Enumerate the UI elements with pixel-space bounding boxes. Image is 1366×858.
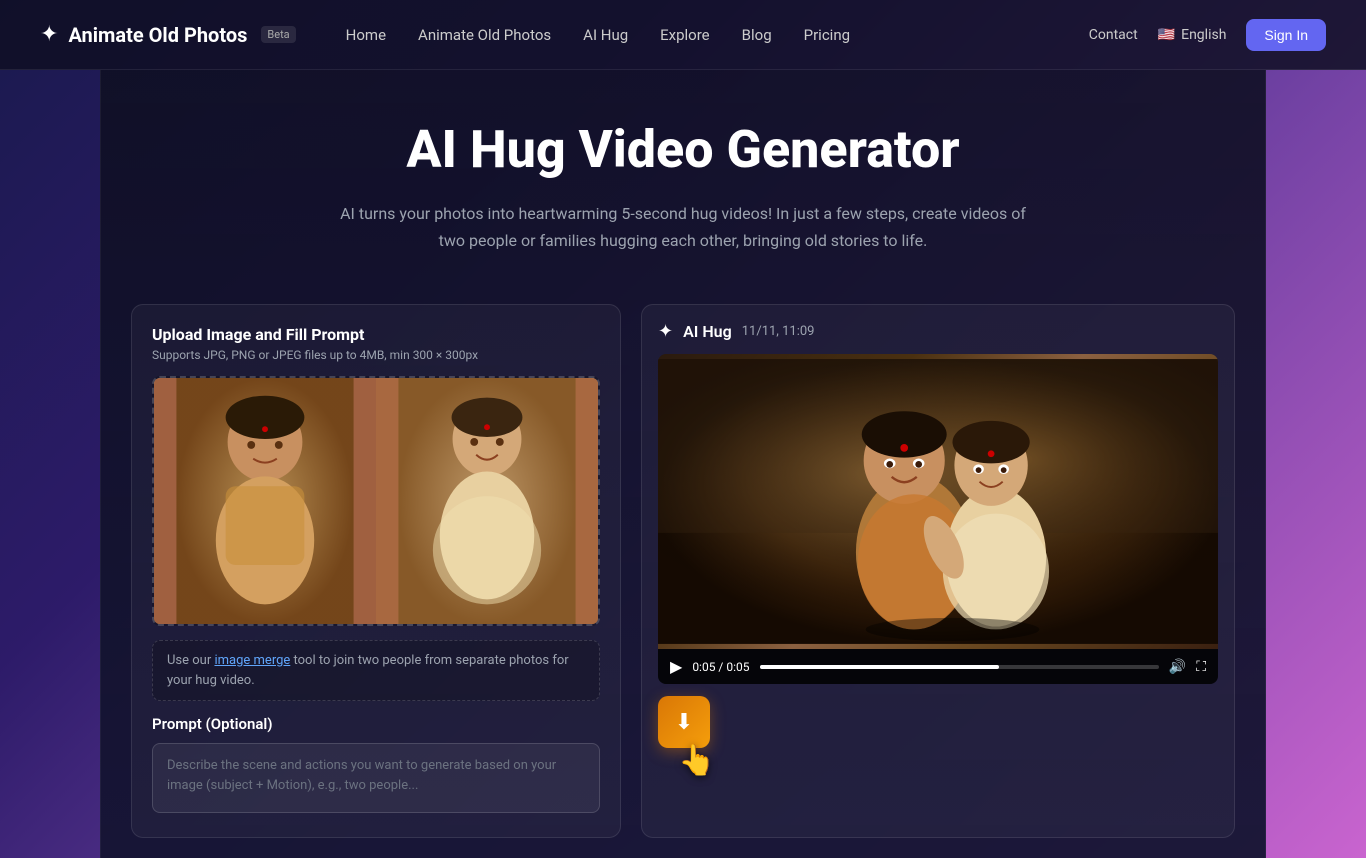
beta-badge: Beta xyxy=(261,26,295,43)
video-player[interactable]: ▶ 0:05 / 0:05 🔊 ⛶ xyxy=(658,354,1218,684)
child-svg-left xyxy=(154,378,376,624)
hero-title: AI Hug Video Generator xyxy=(141,120,1225,180)
hero-subtitle: AI turns your photos into heartwarming 5… xyxy=(333,200,1033,254)
photo-right xyxy=(376,378,598,624)
child-figure-left xyxy=(154,378,376,624)
upload-subtitle: Supports JPG, PNG or JPEG files up to 4M… xyxy=(152,348,600,362)
logo-text: Animate Old Photos xyxy=(68,23,247,47)
nav-explore[interactable]: Explore xyxy=(660,26,710,44)
nav-home[interactable]: Home xyxy=(346,26,386,44)
progress-bar[interactable] xyxy=(760,665,1159,669)
sparkle-icon: ✦ xyxy=(658,321,673,342)
video-header: ✦ AI Hug 11/11, 11:09 xyxy=(658,321,1218,342)
video-scene-svg xyxy=(658,354,1218,649)
volume-button[interactable]: 🔊 xyxy=(1169,659,1186,675)
main-content: AI Hug Video Generator AI turns your pho… xyxy=(100,70,1266,858)
download-button[interactable]: ⬇ xyxy=(658,696,710,748)
nav-blog[interactable]: Blog xyxy=(742,26,772,44)
nav-animate[interactable]: Animate Old Photos xyxy=(418,26,551,44)
sign-in-button[interactable]: Sign In xyxy=(1246,19,1326,51)
video-label: AI Hug xyxy=(683,322,732,341)
video-timestamp: 11/11, 11:09 xyxy=(742,324,815,339)
photo-left xyxy=(154,378,376,624)
fullscreen-button[interactable]: ⛶ xyxy=(1196,659,1206,675)
nav-ai-hug[interactable]: AI Hug xyxy=(583,26,628,44)
logo-area[interactable]: ✦ Animate Old Photos Beta xyxy=(40,22,296,47)
hero-section: AI Hug Video Generator AI turns your pho… xyxy=(101,70,1265,284)
nav-right: Contact 🇺🇸 English Sign In xyxy=(1089,19,1326,51)
child-figure-right xyxy=(376,378,598,624)
lang-label: English xyxy=(1181,27,1226,43)
prompt-textarea[interactable] xyxy=(152,743,600,813)
cursor-indicator: 👆 xyxy=(678,743,715,778)
flag-icon: 🇺🇸 xyxy=(1158,27,1175,43)
upload-panel: Upload Image and Fill Prompt Supports JP… xyxy=(131,304,621,838)
play-button[interactable]: ▶ xyxy=(670,657,682,676)
merge-text-before: Use our xyxy=(167,653,214,668)
uploaded-photo xyxy=(154,378,598,624)
progress-fill xyxy=(760,665,1000,669)
video-area-wrapper: ▶ 0:05 / 0:05 🔊 ⛶ ⬇ xyxy=(658,354,1218,748)
video-panel: ✦ AI Hug 11/11, 11:09 xyxy=(641,304,1235,838)
contact-link[interactable]: Contact xyxy=(1089,27,1138,43)
video-controls: ▶ 0:05 / 0:05 🔊 ⛶ xyxy=(658,649,1218,684)
logo-icon: ✦ xyxy=(40,22,58,47)
prompt-label: Prompt (Optional) xyxy=(152,715,600,733)
image-merge-hint: Use our image merge tool to join two peo… xyxy=(152,640,600,701)
nav-links: Home Animate Old Photos AI Hug Explore B… xyxy=(346,26,1089,44)
video-thumbnail xyxy=(658,354,1218,649)
cursor-hand-icon: 👆 xyxy=(678,743,715,778)
child-svg-right xyxy=(376,378,598,624)
navbar: ✦ Animate Old Photos Beta Home Animate O… xyxy=(0,0,1366,70)
download-icon: ⬇ xyxy=(675,709,693,735)
image-merge-link[interactable]: image merge xyxy=(214,653,290,668)
upload-title: Upload Image and Fill Prompt xyxy=(152,325,600,344)
action-buttons: ⬇ 👆 xyxy=(658,696,710,748)
time-display: 0:05 / 0:05 xyxy=(692,660,749,674)
two-column-layout: Upload Image and Fill Prompt Supports JP… xyxy=(101,284,1265,858)
lang-selector[interactable]: 🇺🇸 English xyxy=(1158,27,1227,43)
image-upload-area[interactable] xyxy=(152,376,600,626)
nav-pricing[interactable]: Pricing xyxy=(804,26,850,44)
